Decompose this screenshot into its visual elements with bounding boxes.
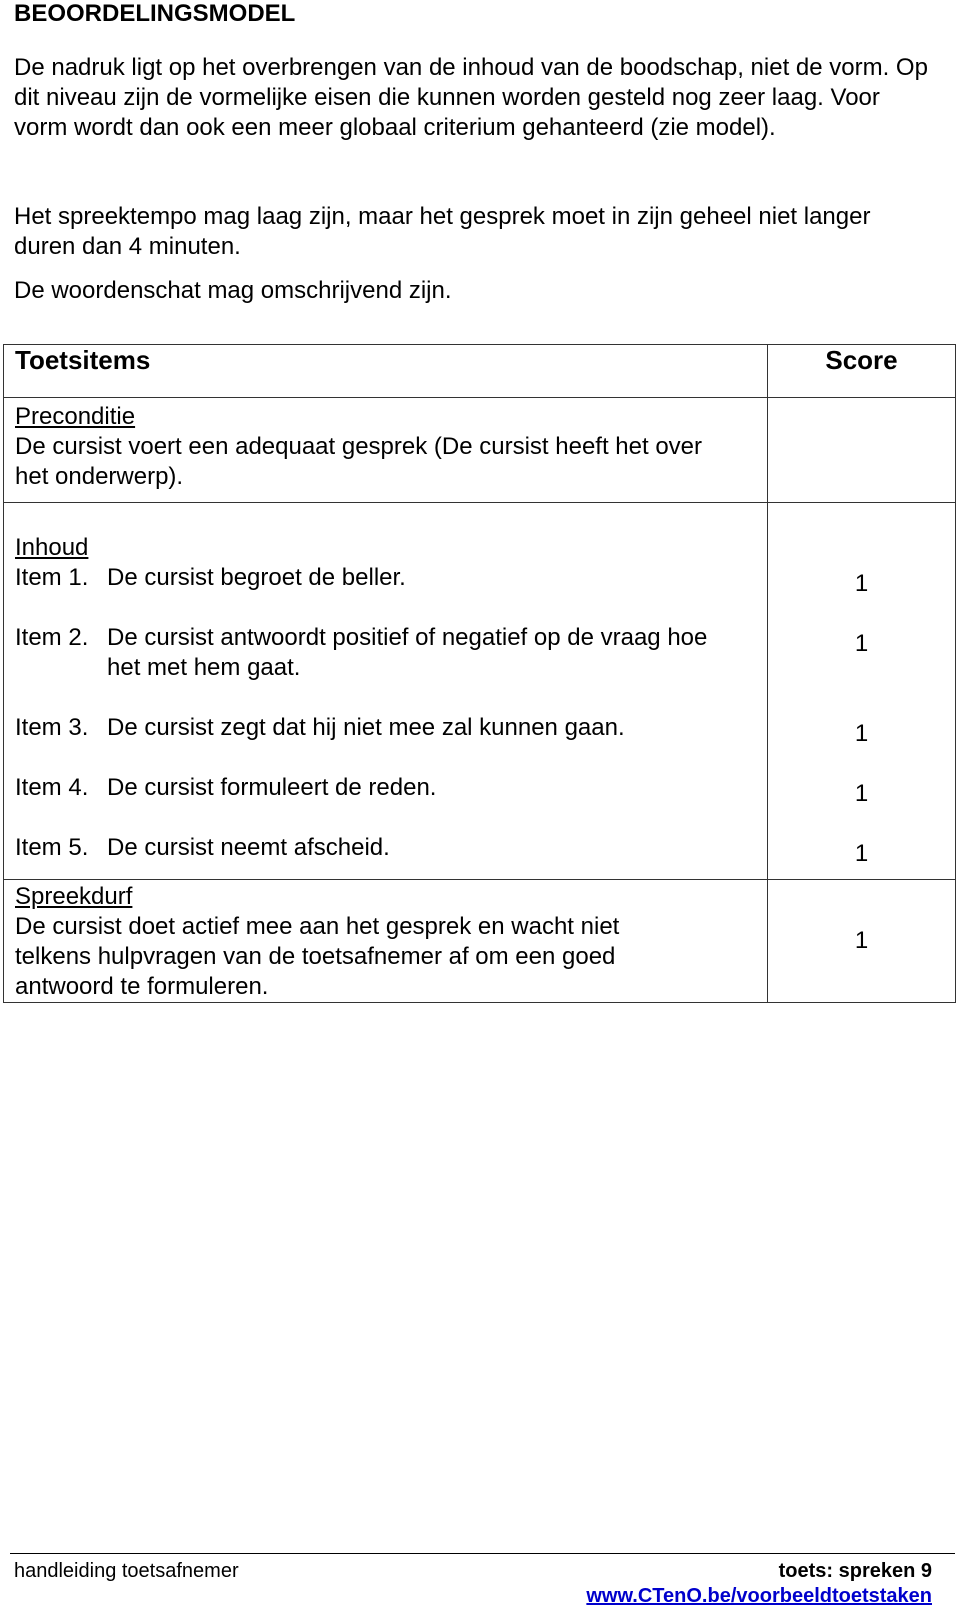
item-label: Item 2. bbox=[15, 624, 89, 651]
precondition-cell: Preconditie De cursist voert een adequaa… bbox=[3, 397, 768, 503]
content-item: Item 2. De cursist antwoordt positief of… bbox=[15, 623, 767, 683]
item-score: 1 bbox=[854, 630, 869, 657]
item-score: 1 bbox=[854, 570, 869, 597]
item-label: Item 1. bbox=[15, 564, 89, 591]
precondition-text: De cursist voert een adequaat gesprek (D… bbox=[15, 433, 703, 490]
fluency-cell: Spreekdurf De cursist doet actief mee aa… bbox=[3, 879, 768, 1003]
item-text: De cursist antwoordt positief of negatie… bbox=[107, 624, 708, 681]
precondition-row: Preconditie De cursist voert een adequaa… bbox=[3, 397, 956, 503]
item-label: Item 3. bbox=[15, 714, 89, 741]
fluency-title: Spreekdurf bbox=[15, 883, 133, 910]
item-text: De cursist zegt dat hij niet mee zal kun… bbox=[107, 714, 625, 741]
footer-left-text: handleiding toetsafnemer bbox=[14, 1560, 239, 1582]
item-score: 1 bbox=[854, 720, 869, 747]
content-item: Item 4. De cursist formuleert de reden. bbox=[15, 773, 767, 803]
header-score-label: Score bbox=[825, 345, 898, 375]
precondition-title: Preconditie bbox=[15, 403, 136, 430]
fluency-text: De cursist doet actief mee aan het gespr… bbox=[15, 913, 620, 1000]
content-title: Inhoud bbox=[15, 534, 89, 561]
content-item: Item 1. De cursist begroet de beller. bbox=[15, 563, 767, 593]
content-cell: Inhoud Item 1. De cursist begroet de bel… bbox=[3, 502, 768, 880]
footer-right-text: toets: spreken 9 bbox=[778, 1560, 932, 1582]
item-score: 1 bbox=[854, 840, 869, 867]
item-score: 1 bbox=[854, 780, 869, 807]
intro-paragraph-tempo: Het spreektempo mag laag zijn, maar het … bbox=[14, 203, 871, 260]
header-cell-items: Toetsitems bbox=[3, 344, 768, 398]
fluency-score-cell: 1 bbox=[767, 879, 956, 1003]
header-cell-score: Score bbox=[767, 344, 956, 398]
content-item: Item 5. De cursist neemt afscheid. bbox=[15, 833, 767, 863]
fluency-row: Spreekdurf De cursist doet actief mee aa… bbox=[3, 879, 956, 1003]
content-item: Item 3. De cursist zegt dat hij niet mee… bbox=[15, 713, 767, 743]
item-text: De cursist formuleert de reden. bbox=[107, 774, 437, 801]
rubric-table: Toetsitems Score Preconditie De cursist … bbox=[3, 344, 956, 1003]
item-text: De cursist begroet de beller. bbox=[107, 564, 406, 591]
table-header-row: Toetsitems Score bbox=[3, 344, 956, 398]
footer-website-link[interactable]: www.CTenO.be/voorbeeldtoetstaken bbox=[586, 1585, 932, 1608]
footer-divider bbox=[10, 1553, 955, 1554]
header-items-label: Toetsitems bbox=[15, 345, 151, 375]
item-text: De cursist neemt afscheid. bbox=[107, 834, 390, 861]
page-title: BEOORDELINGSMODEL bbox=[14, 0, 296, 27]
item-label: Item 5. bbox=[15, 834, 89, 861]
content-row: Inhoud Item 1. De cursist begroet de bel… bbox=[3, 502, 956, 880]
intro-paragraph-vocabulary: De woordenschat mag omschrijvend zijn. bbox=[14, 277, 452, 304]
fluency-score: 1 bbox=[854, 927, 869, 954]
content-score-cell: 1 1 1 1 1 bbox=[767, 502, 956, 880]
precondition-score-cell bbox=[767, 397, 956, 503]
item-label: Item 4. bbox=[15, 774, 89, 801]
intro-paragraph-form: De nadruk ligt op het overbrengen van de… bbox=[14, 54, 928, 141]
